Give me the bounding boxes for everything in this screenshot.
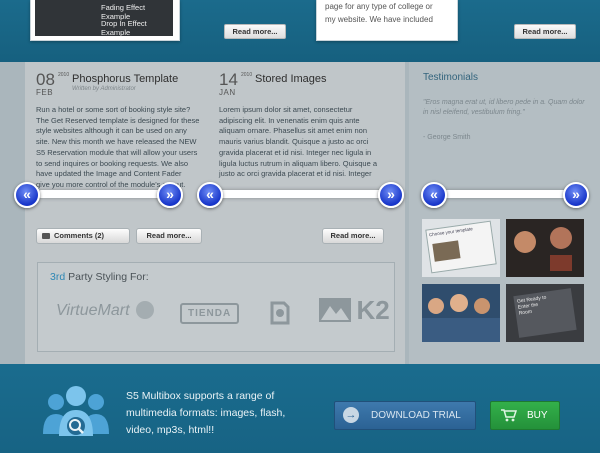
comments-label: Comments (2) bbox=[54, 231, 105, 240]
post-2-body-gap bbox=[219, 180, 377, 191]
mountain-icon bbox=[319, 298, 351, 322]
virtuemart-logo-text: VirtueMart bbox=[56, 302, 130, 319]
post-1-body-line: site. New this month we have released th… bbox=[36, 137, 197, 147]
post-2-body-line: ligula luctus rutrum in aliquam libero. … bbox=[219, 158, 377, 168]
tienda-logo[interactable]: TIENDA bbox=[180, 303, 240, 324]
buy-button[interactable]: BUY bbox=[490, 401, 560, 430]
joomla-like-logo[interactable] bbox=[268, 299, 292, 332]
post-2-body-line: Lorem ipsum dolor sit amet, consectetur bbox=[219, 105, 353, 114]
photo-group[interactable] bbox=[422, 284, 500, 342]
partner-badge-icon bbox=[270, 301, 290, 325]
group-face bbox=[450, 294, 468, 312]
promo-line: multimedia formats: images, flash, bbox=[126, 407, 286, 419]
post-2-body-line: aliquam ornare. Phasellus sit amet enim … bbox=[219, 126, 367, 136]
post-2-read-more-button[interactable]: Read more... bbox=[322, 228, 384, 244]
post-1-month: FEB bbox=[36, 88, 54, 97]
slider-3-next-arrow-icon[interactable]: » bbox=[563, 182, 589, 208]
buy-label: BUY bbox=[527, 410, 548, 421]
top-card-2-line-1: page for any type of college or bbox=[325, 2, 433, 11]
post-2-body-line: adipiscing elit. In venenatis enim quis … bbox=[219, 115, 360, 125]
slider-3-prev-arrow-icon[interactable]: « bbox=[421, 182, 447, 208]
screenshot-thumb-title: Choose your template bbox=[428, 226, 473, 238]
top-card-1-line-2: Drop In Effect Example bbox=[101, 19, 147, 37]
post-1-body-line: style websites although it can be used o… bbox=[36, 126, 187, 136]
main-area: 08 2010 FEB Phosphorus Template Written … bbox=[0, 62, 600, 364]
profile-photo bbox=[550, 227, 572, 249]
top-card-2-line-2: my website. We have included bbox=[325, 15, 433, 24]
top-read-more-button-2[interactable]: Read more... bbox=[514, 24, 576, 39]
promo-line: S5 Multibox supports a range of bbox=[126, 390, 275, 402]
photo-screenshots[interactable]: Choose your template bbox=[422, 219, 500, 277]
post-1-date: 08 2010 FEB bbox=[36, 70, 69, 97]
post-2-day: 14 bbox=[219, 70, 238, 89]
group-clothes bbox=[422, 318, 500, 342]
screenshot-thumb: Choose your template bbox=[425, 220, 497, 274]
post-2-year: 2010 bbox=[241, 72, 253, 78]
slider-1-next-arrow-icon[interactable]: » bbox=[157, 182, 183, 208]
top-card-1-thumbnail: Fading Effect Example Drop In Effect Exa… bbox=[35, 0, 173, 37]
screenshot-thumb-image bbox=[432, 240, 461, 262]
post-1-year: 2010 bbox=[58, 72, 70, 78]
footer-promo: S5 Multibox supports a range of multimed… bbox=[0, 364, 600, 453]
promo-text: S5 Multibox supports a range of multimed… bbox=[126, 388, 285, 439]
post-1-body-line: to send inquires or booking requests. We… bbox=[36, 158, 189, 168]
slider-track-3[interactable] bbox=[444, 190, 572, 198]
promo-line: video, mp3s, html!! bbox=[126, 424, 215, 436]
top-band: Fading Effect Example Drop In Effect Exa… bbox=[0, 0, 600, 62]
comments-button[interactable]: Comments (2) bbox=[36, 228, 130, 244]
post-1-body-line: have updated the Image and Content Fader bbox=[36, 169, 182, 179]
photo-gallery[interactable]: Get Ready to Enter the Room bbox=[506, 284, 584, 342]
partners-heading: 3rd Party Styling For: bbox=[50, 271, 149, 283]
slider-track-2[interactable] bbox=[218, 190, 388, 198]
group-face bbox=[428, 298, 444, 314]
arrow-right-icon: → bbox=[343, 407, 359, 423]
post-1-body-line: Run a hotel or some sort of booking styl… bbox=[36, 105, 191, 114]
testimonials-heading: Testimonials bbox=[423, 72, 479, 83]
post-1-read-more-button[interactable]: Read more... bbox=[136, 228, 202, 244]
post-2-body-line: gravida placerat et id nisi. Integer nec… bbox=[219, 147, 372, 157]
post-1-body-line: S5 Reservation module that will allow yo… bbox=[36, 147, 198, 157]
post-2-body: Lorem ipsum dolor sit amet, consectetur … bbox=[219, 105, 377, 201]
group-face bbox=[474, 298, 490, 314]
comment-bubble-icon bbox=[42, 233, 50, 239]
users-icon bbox=[43, 386, 109, 436]
testimonial-quote: "Eros magna erat ut, id libero pede in a… bbox=[423, 99, 585, 117]
post-2-date: 14 2010 JAN bbox=[219, 70, 252, 97]
post-2-body-line: justo ac orci gravida placerat et id nis… bbox=[219, 169, 372, 179]
slider-2-next-arrow-icon[interactable]: » bbox=[378, 182, 404, 208]
top-card-1: Fading Effect Example Drop In Effect Exa… bbox=[30, 0, 180, 41]
slider-2-prev-arrow-icon[interactable]: « bbox=[197, 182, 223, 208]
k2-logo[interactable]: K2 bbox=[318, 295, 390, 326]
profile-photo bbox=[550, 255, 572, 271]
post-1-title[interactable]: Phosphorus Template bbox=[72, 73, 178, 85]
k2-logo-text: K2 bbox=[356, 295, 390, 325]
virtuemart-globe-icon bbox=[135, 301, 154, 319]
top-card-2-text: page for any type of college or my websi… bbox=[325, 0, 433, 26]
partners-heading-highlight: 3rd bbox=[50, 271, 66, 283]
post-1-day: 08 bbox=[36, 70, 55, 89]
post-2-month: JAN bbox=[219, 88, 236, 97]
slider-track-1[interactable] bbox=[38, 190, 168, 198]
post-1-body: Run a hotel or some sort of booking styl… bbox=[36, 105, 199, 191]
top-card-2: page for any type of college or my websi… bbox=[316, 0, 458, 41]
partners-heading-text: Party Styling For: bbox=[65, 271, 149, 283]
post-2-title[interactable]: Stored Images bbox=[255, 73, 327, 85]
shopping-cart-icon bbox=[501, 409, 517, 422]
profile-photo bbox=[514, 231, 536, 253]
slider-1-prev-arrow-icon[interactable]: « bbox=[14, 182, 40, 208]
testimonial-author: - George Smith bbox=[423, 134, 471, 141]
photo-profiles[interactable] bbox=[506, 219, 584, 277]
download-trial-label: DOWNLOAD TRIAL bbox=[371, 410, 461, 421]
gallery-thumb: Get Ready to Enter the Room bbox=[513, 288, 577, 338]
virtuemart-logo[interactable]: VirtueMart bbox=[56, 301, 154, 320]
post-1-byline: Written by Administrator bbox=[72, 86, 136, 92]
post-1-body-line: The Get Reserved template is designed fo… bbox=[36, 115, 200, 125]
partners-box: 3rd Party Styling For: VirtueMart TIENDA… bbox=[37, 262, 395, 352]
top-read-more-button-1[interactable]: Read more... bbox=[224, 24, 286, 39]
post-2-body-line: mauris varius blandit. Quisque a justo a… bbox=[219, 137, 369, 147]
download-trial-button[interactable]: → DOWNLOAD TRIAL bbox=[334, 401, 476, 430]
gallery-thumb-title: Get Ready to Enter the Room bbox=[516, 294, 547, 317]
